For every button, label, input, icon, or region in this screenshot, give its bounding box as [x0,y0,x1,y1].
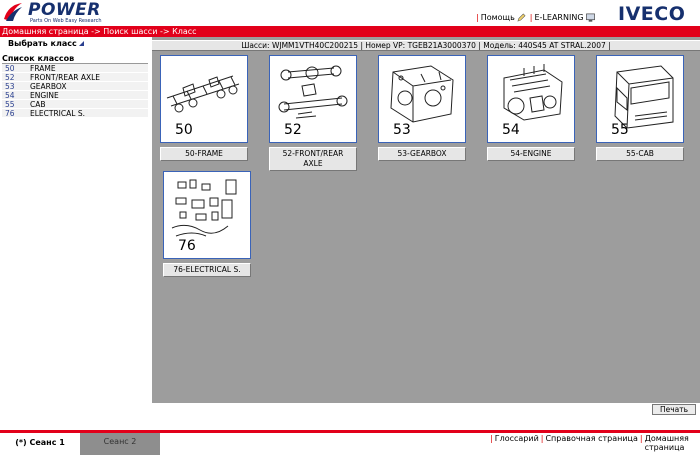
class-name: FRAME [30,64,56,73]
class-list-item-76[interactable]: 76 ELECTRICAL S. [2,109,148,118]
tile-number: 55 [611,122,629,138]
class-name: ELECTRICAL S. [30,109,85,118]
class-thumbnail[interactable]: 53 [378,55,466,143]
print-button[interactable]: Печать [652,404,696,415]
class-label-button[interactable]: 76-ELECTRICAL S. [163,263,251,277]
iveco-logo: IVECO [618,3,686,25]
bottom-bar: (*) Сеанс 1 Сеанс 2 | Глоссарий | Справо… [0,433,700,455]
class-list-item-52[interactable]: 52 FRONT/REAR AXLE [2,73,148,82]
class-list: 50 FRAME 52 FRONT/REAR AXLE 53 GEARBOX 54 EN… [2,64,148,118]
bottom-links: | Глоссарий | Справочная страница | Дома… [488,434,689,452]
class-label-button[interactable]: 50-FRAME [160,147,248,161]
class-name: GEARBOX [30,82,67,91]
brand-tagline: Parts On Web Easy Research [30,18,102,24]
separator: | [639,434,643,443]
class-thumbnail[interactable]: 55 [596,55,684,143]
header: POWER Parts On Web Easy Research | Помощ… [0,0,700,26]
tab-session-1[interactable]: (*) Сеанс 1 [0,433,80,455]
class-name: ENGINE [30,91,59,100]
class-list-item-53[interactable]: 53 GEARBOX [2,82,148,91]
main-panel: Шасси: WJMM1VTH40C200215 | Номер VP: TGE… [152,37,700,403]
separator: | [490,434,493,443]
help-pencil-icon[interactable] [517,13,526,22]
sidebar: Выбрать класс Список классов 50 FRAME 52 F… [0,37,150,403]
home-page-link[interactable]: Домашняя страница [645,434,689,452]
class-thumbnail[interactable]: 50 [160,55,248,143]
session-tabs: (*) Сеанс 1 Сеанс 2 [0,433,160,455]
class-list-item-54[interactable]: 54 ENGINE [2,91,148,100]
separator: | [529,12,533,22]
class-name: CAB [30,100,46,109]
tile-number: 54 [502,122,520,138]
tile-number: 53 [393,122,411,138]
elearning-link[interactable]: E-LEARNING [535,13,584,22]
glossary-link[interactable]: Глоссарий [495,434,539,452]
class-thumbnail[interactable]: 76 [163,171,251,259]
class-code: 53 [5,82,15,91]
class-code: 52 [5,73,15,82]
class-code: 76 [5,109,15,118]
elearning-monitor-icon[interactable] [585,13,595,22]
app-window: POWER Parts On Web Easy Research | Помощ… [0,0,700,455]
help-link[interactable]: Помощь [481,13,515,22]
power-logo[interactable]: POWER Parts On Web Easy Research [2,0,124,25]
select-class-label: Выбрать класс [8,39,77,48]
class-label-button[interactable]: 55-CAB [596,147,684,161]
tab-session-2[interactable]: Сеанс 2 [80,433,160,455]
class-list-item-50[interactable]: 50 FRAME [2,64,148,73]
separator: | [476,12,479,22]
class-code: 50 [5,64,15,73]
help-page-link[interactable]: Справочная страница [545,434,637,452]
print-strip: Печать [0,403,700,430]
power-swoosh-icon [4,3,22,21]
tile-number: 76 [178,238,196,254]
class-list-item-55[interactable]: 55 CAB [2,100,148,109]
breadcrumb[interactable]: Домашняя страница -> Поиск шасси -> Клас… [0,26,700,37]
separator: | [540,434,544,443]
class-name: FRONT/REAR AXLE [30,73,101,82]
select-class-header[interactable]: Выбрать класс [0,37,150,50]
collapse-triangle-icon[interactable] [78,41,84,46]
class-code: 55 [5,100,15,109]
class-label-button[interactable]: 52-FRONT/REAR AXLE [269,147,357,171]
chassis-info-bar: Шасси: WJMM1VTH40C200215 | Номер VP: TGE… [152,40,700,51]
class-label-button[interactable]: 53-GEARBOX [378,147,466,161]
tile-number: 50 [175,122,193,138]
class-thumbnail[interactable]: 54 [487,55,575,143]
top-links: | Помощь | E-LEARNING [474,11,595,23]
tile-number: 52 [284,122,302,138]
class-list-title: Список классов [2,54,75,63]
class-thumbnail[interactable]: 52 [269,55,357,143]
class-label-button[interactable]: 54-ENGINE [487,147,575,161]
class-code: 54 [5,91,15,100]
brand-name: POWER [28,0,101,20]
